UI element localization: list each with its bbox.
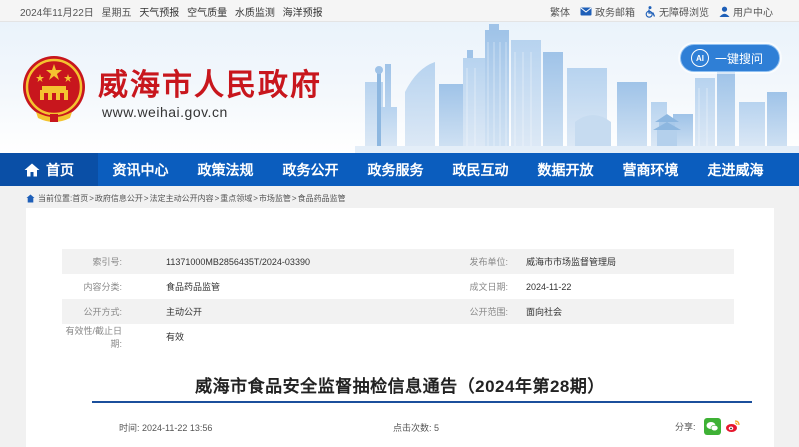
view-count-label: 点击次数:: [393, 423, 432, 433]
category-label: 内容分类:: [83, 282, 122, 292]
metadata-row: 有效性/截止日期: 有效: [62, 324, 734, 349]
nav-item-open-data[interactable]: 数据开放: [523, 153, 608, 186]
weibo-icon[interactable]: [723, 418, 741, 435]
traditional-chinese-link[interactable]: 繁体: [550, 4, 570, 19]
method-value: 主动公开: [166, 307, 203, 317]
breadcrumb-separator: >: [214, 194, 220, 203]
document-title: 威海市食品安全监督抽检信息通告（2024年第28期）: [195, 377, 605, 396]
water-quality-link[interactable]: 水质监测: [235, 8, 275, 19]
nav-item-policies[interactable]: 政策法规: [183, 153, 268, 186]
home-icon: [24, 163, 40, 176]
share-label: 分享:: [675, 422, 696, 432]
scope-label: 公开范围:: [469, 307, 508, 317]
top-utility-bar: 2024年11月22日 星期五 天气预报 空气质量 水质监测 海洋预报 繁体 政…: [0, 0, 799, 22]
user-icon: [719, 6, 730, 17]
nav-item-business-env[interactable]: 营商环境: [608, 153, 693, 186]
breadcrumb-item-home[interactable]: 首页: [72, 193, 88, 204]
view-count: 点击次数: 5: [393, 421, 439, 434]
nav-item-news[interactable]: 资讯中心: [98, 153, 183, 186]
publisher-value: 威海市市场监督管理局: [526, 257, 617, 267]
site-header: 威海市人民政府 www.weihai.gov.cn AI 一键搜问: [0, 22, 799, 153]
breadcrumb-item-market-regulation[interactable]: 市场监管: [259, 193, 291, 204]
breadcrumb-separator: >: [89, 194, 94, 203]
validity-value: 有效: [166, 332, 185, 342]
publish-time-value: 2024-11-22 13:56: [142, 423, 213, 433]
user-center-label: 用户中心: [733, 8, 773, 19]
index-label: 索引号:: [92, 257, 122, 267]
accessible-link[interactable]: 无障碍浏览: [645, 4, 709, 19]
mailbox-label: 政务邮箱: [595, 8, 635, 19]
current-date: 2024年11月22日: [20, 8, 94, 19]
city-skyline-image: [355, 24, 799, 153]
validity-label: 有效性/截止日期:: [65, 325, 122, 349]
nav-item-interaction[interactable]: 政民互动: [438, 153, 523, 186]
ai-badge-icon: AI: [691, 49, 709, 67]
nav-item-home[interactable]: 首页: [0, 153, 98, 186]
breadcrumb-item-key-areas[interactable]: 重点领域: [220, 193, 252, 204]
main-nav: 首页 资讯中心 政策法规 政务公开 政务服务 政民互动 数据开放 营商环境 走进…: [0, 153, 799, 186]
nav-item-about-weihai[interactable]: 走进威海: [693, 153, 778, 186]
breadcrumb-item-food-drug[interactable]: 食品药品监管: [298, 193, 346, 204]
document-metadata-table: 索引号: 11371000MB2856435T/2024-03390 发布单位:…: [62, 249, 734, 349]
weather-link[interactable]: 天气预报: [139, 8, 179, 19]
breadcrumb-separator: >: [253, 194, 258, 203]
publish-time-label: 时间:: [119, 423, 140, 433]
title-divider: [92, 401, 752, 403]
user-center-link[interactable]: 用户中心: [719, 4, 773, 19]
breadcrumb-separator: >: [291, 194, 297, 203]
date-label: 成文日期:: [469, 282, 508, 292]
scope-value: 面向社会: [526, 307, 563, 317]
view-count-value: 5: [434, 423, 440, 433]
ocean-forecast-link[interactable]: 海洋预报: [283, 8, 323, 19]
wechat-icon[interactable]: [703, 418, 721, 435]
metadata-row: 公开方式: 主动公开 公开范围: 面向社会: [62, 299, 734, 324]
share-bar: 分享:: [675, 418, 741, 435]
category-value: 食品药品监管: [166, 282, 221, 292]
content-card: 索引号: 11371000MB2856435T/2024-03390 发布单位:…: [26, 208, 774, 447]
index-value: 11371000MB2856435T/2024-03390: [166, 256, 310, 267]
breadcrumb-item-info-disclosure[interactable]: 政府信息公开: [95, 193, 143, 204]
method-label: 公开方式:: [83, 307, 122, 317]
nav-item-services[interactable]: 政务服务: [353, 153, 438, 186]
accessible-label: 无障碍浏览: [659, 8, 709, 19]
air-quality-link[interactable]: 空气质量: [187, 8, 227, 19]
mailbox-link[interactable]: 政务邮箱: [580, 4, 635, 19]
mail-icon: [580, 7, 592, 16]
breadcrumb: 当前位置: 首页 > 政府信息公开 > 法定主动公开内容 > 重点领域 > 市场…: [26, 193, 346, 204]
metadata-row: 内容分类: 食品药品监管 成文日期: 2024-11-22: [62, 274, 734, 299]
nav-item-gov-affairs[interactable]: 政务公开: [268, 153, 353, 186]
national-emblem-icon: [23, 56, 85, 122]
wheelchair-icon: [645, 5, 656, 18]
one-click-search-button[interactable]: AI 一键搜问: [680, 44, 780, 72]
breadcrumb-prefix: 当前位置:: [38, 194, 73, 203]
site-title: 威海市人民政府: [98, 68, 322, 103]
nav-home-label: 首页: [46, 161, 74, 178]
breadcrumb-separator: >: [143, 194, 149, 203]
publisher-label: 发布单位:: [469, 257, 508, 267]
metadata-row: 索引号: 11371000MB2856435T/2024-03390 发布单位:…: [62, 249, 734, 274]
publish-time: 时间: 2024-11-22 13:56: [119, 421, 212, 434]
current-weekday: 星期五: [101, 8, 132, 19]
top-right-links: 繁体 政务邮箱 无障碍浏览 用户中心: [540, 4, 773, 19]
top-left-info: 2024年11月22日 星期五 天气预报 空气质量 水质监测 海洋预报: [20, 4, 328, 19]
search-button-label: 一键搜问: [715, 51, 764, 66]
date-value: 2024-11-22: [526, 281, 572, 292]
location-icon: [26, 194, 35, 203]
site-url: www.weihai.gov.cn: [102, 104, 228, 120]
breadcrumb-item-statutory[interactable]: 法定主动公开内容: [150, 193, 214, 204]
